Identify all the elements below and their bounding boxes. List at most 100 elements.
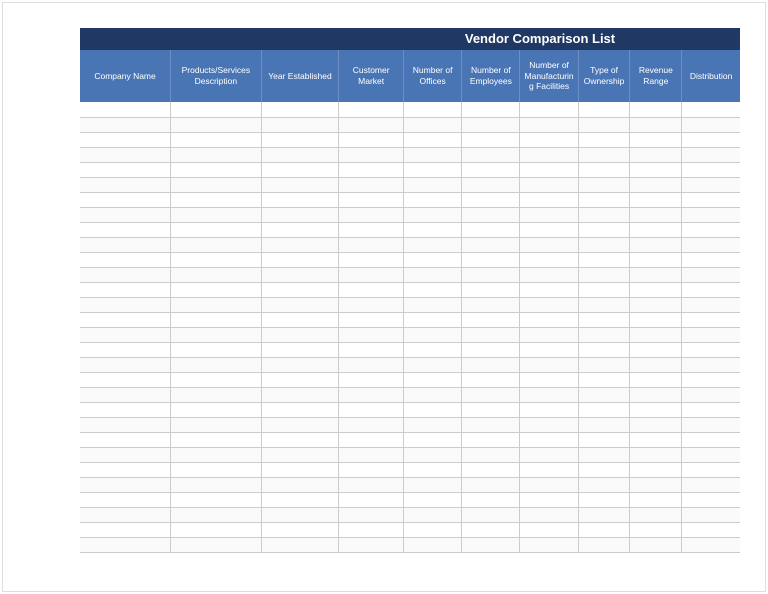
table-cell[interactable] [80, 222, 171, 237]
table-cell[interactable] [261, 177, 339, 192]
table-cell[interactable] [630, 357, 682, 372]
col-manufacturing-facilities[interactable]: Number of Manufacturing Facilities [520, 50, 578, 102]
table-cell[interactable] [578, 312, 630, 327]
table-cell[interactable] [630, 147, 682, 162]
table-cell[interactable] [171, 342, 262, 357]
table-cell[interactable] [462, 177, 520, 192]
table-cell[interactable] [682, 102, 740, 117]
table-cell[interactable] [630, 312, 682, 327]
table-cell[interactable] [261, 342, 339, 357]
table-cell[interactable] [462, 162, 520, 177]
table-cell[interactable] [682, 342, 740, 357]
table-cell[interactable] [171, 222, 262, 237]
table-cell[interactable] [404, 342, 462, 357]
table-cell[interactable] [520, 537, 578, 552]
table-cell[interactable] [520, 147, 578, 162]
table-cell[interactable] [682, 417, 740, 432]
table-cell[interactable] [261, 282, 339, 297]
table-cell[interactable] [682, 222, 740, 237]
table-cell[interactable] [682, 492, 740, 507]
col-customer-market[interactable]: Customer Market [339, 50, 404, 102]
table-cell[interactable] [80, 237, 171, 252]
table-cell[interactable] [261, 162, 339, 177]
col-type-ownership[interactable]: Type of Ownership [578, 50, 630, 102]
table-cell[interactable] [80, 522, 171, 537]
table-cell[interactable] [404, 402, 462, 417]
table-cell[interactable] [578, 222, 630, 237]
table-cell[interactable] [339, 417, 404, 432]
table-cell[interactable] [462, 342, 520, 357]
table-cell[interactable] [630, 132, 682, 147]
table-cell[interactable] [682, 522, 740, 537]
table-cell[interactable] [462, 117, 520, 132]
table-cell[interactable] [261, 102, 339, 117]
table-cell[interactable] [404, 192, 462, 207]
table-cell[interactable] [578, 492, 630, 507]
table-cell[interactable] [80, 117, 171, 132]
table-cell[interactable] [404, 252, 462, 267]
table-cell[interactable] [630, 327, 682, 342]
table-cell[interactable] [578, 237, 630, 252]
table-cell[interactable] [80, 147, 171, 162]
table-cell[interactable] [339, 327, 404, 342]
table-cell[interactable] [520, 102, 578, 117]
table-cell[interactable] [630, 462, 682, 477]
table-cell[interactable] [630, 117, 682, 132]
table-cell[interactable] [339, 522, 404, 537]
table-cell[interactable] [404, 327, 462, 342]
table-cell[interactable] [520, 252, 578, 267]
table-cell[interactable] [682, 462, 740, 477]
table-cell[interactable] [462, 102, 520, 117]
table-cell[interactable] [404, 357, 462, 372]
table-cell[interactable] [171, 327, 262, 342]
table-cell[interactable] [630, 492, 682, 507]
table-cell[interactable] [339, 432, 404, 447]
table-cell[interactable] [171, 507, 262, 522]
table-cell[interactable] [630, 537, 682, 552]
table-cell[interactable] [80, 537, 171, 552]
table-cell[interactable] [80, 357, 171, 372]
table-cell[interactable] [462, 417, 520, 432]
table-cell[interactable] [462, 507, 520, 522]
table-cell[interactable] [261, 192, 339, 207]
table-cell[interactable] [80, 492, 171, 507]
table-cell[interactable] [261, 537, 339, 552]
table-cell[interactable] [462, 207, 520, 222]
table-cell[interactable] [261, 252, 339, 267]
table-cell[interactable] [520, 222, 578, 237]
table-cell[interactable] [80, 462, 171, 477]
table-cell[interactable] [261, 132, 339, 147]
table-cell[interactable] [339, 237, 404, 252]
table-cell[interactable] [462, 402, 520, 417]
table-cell[interactable] [261, 207, 339, 222]
table-cell[interactable] [462, 297, 520, 312]
table-cell[interactable] [520, 282, 578, 297]
table-cell[interactable] [261, 432, 339, 447]
table-cell[interactable] [404, 267, 462, 282]
table-cell[interactable] [80, 402, 171, 417]
table-cell[interactable] [578, 402, 630, 417]
table-cell[interactable] [339, 372, 404, 387]
col-company-name[interactable]: Company Name [80, 50, 171, 102]
table-cell[interactable] [462, 222, 520, 237]
table-cell[interactable] [80, 327, 171, 342]
table-cell[interactable] [682, 477, 740, 492]
table-cell[interactable] [630, 282, 682, 297]
table-cell[interactable] [578, 417, 630, 432]
table-cell[interactable] [462, 267, 520, 282]
table-cell[interactable] [404, 222, 462, 237]
table-cell[interactable] [80, 372, 171, 387]
table-cell[interactable] [682, 312, 740, 327]
table-cell[interactable] [578, 522, 630, 537]
table-cell[interactable] [630, 447, 682, 462]
table-cell[interactable] [339, 117, 404, 132]
table-cell[interactable] [462, 312, 520, 327]
table-cell[interactable] [578, 507, 630, 522]
table-cell[interactable] [520, 177, 578, 192]
col-revenue-range[interactable]: Revenue Range [630, 50, 682, 102]
table-cell[interactable] [520, 312, 578, 327]
table-cell[interactable] [682, 147, 740, 162]
table-cell[interactable] [80, 132, 171, 147]
table-cell[interactable] [682, 207, 740, 222]
table-cell[interactable] [682, 177, 740, 192]
